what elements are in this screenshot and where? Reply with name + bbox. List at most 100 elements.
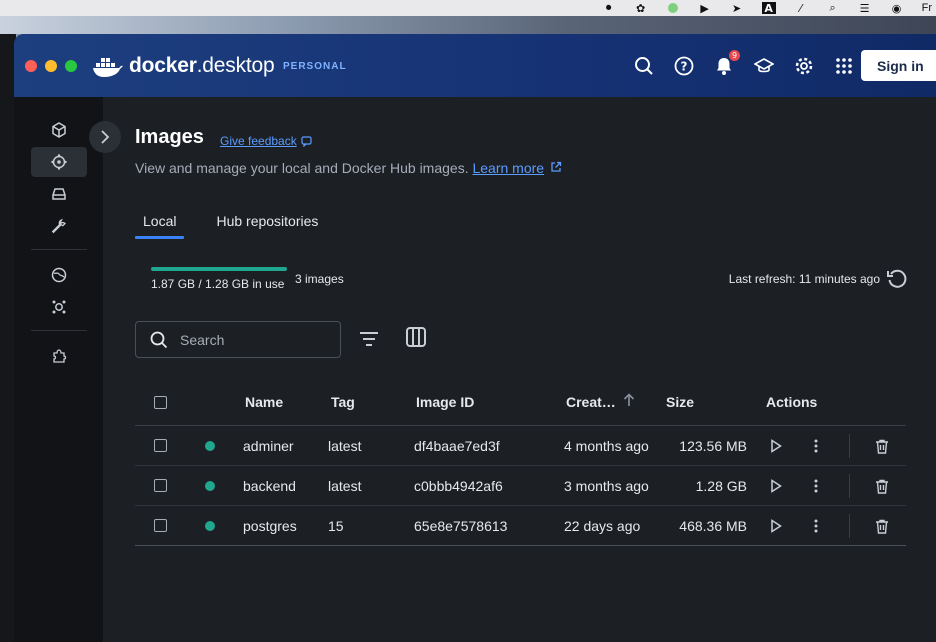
tab-hub-repositories[interactable]: Hub repositories <box>208 211 326 239</box>
tab-local[interactable]: Local <box>135 211 185 239</box>
chevron-right-icon <box>101 130 110 144</box>
sidebar-item-images[interactable] <box>31 147 87 177</box>
refresh-icon[interactable] <box>886 268 908 295</box>
in-use-status-dot <box>205 441 215 451</box>
sidebar-item-volumes[interactable] <box>31 179 87 209</box>
in-use-status-dot <box>205 481 215 491</box>
give-feedback-label: Give feedback <box>220 134 297 148</box>
row-checkbox[interactable] <box>154 439 167 452</box>
docker-desktop-window: docker.desktop PERSONAL ? 9 Sign in Imag… <box>14 34 936 642</box>
control-center-icon[interactable]: ☰ <box>858 2 872 15</box>
give-feedback-link[interactable]: Give feedback <box>220 134 313 148</box>
menubar-clock: Fr <box>921 2 932 14</box>
extensions-puzzle-icon <box>53 349 67 363</box>
page-subtitle: View and manage your local and Docker Hu… <box>135 160 562 176</box>
column-name[interactable]: Name <box>245 394 283 410</box>
more-options-icon[interactable] <box>807 517 825 535</box>
table-row[interactable]: postgres 15 65e8e7578613 22 days ago 468… <box>135 506 906 546</box>
docker-whale-icon <box>93 58 123 77</box>
help-icon[interactable]: ? <box>672 54 696 78</box>
sidebar-item-builds[interactable] <box>31 211 87 241</box>
close-window-button[interactable] <box>25 60 37 72</box>
row-checkbox[interactable] <box>154 519 167 532</box>
sidebar-item-docker-hub[interactable] <box>31 260 87 290</box>
play-menu-icon[interactable]: ▶ <box>698 2 712 15</box>
sidebar <box>14 97 103 642</box>
text-input-icon[interactable]: A <box>761 2 776 15</box>
learning-center-icon[interactable] <box>752 54 776 78</box>
image-id: 65e8e7578613 <box>414 518 508 534</box>
image-tag: latest <box>328 438 362 454</box>
search-input[interactable] <box>180 331 320 348</box>
run-play-icon[interactable] <box>767 437 785 455</box>
sidebar-divider <box>31 330 87 331</box>
image-name[interactable]: postgres <box>243 518 297 534</box>
more-options-icon[interactable] <box>807 437 825 455</box>
notifications-bell-icon[interactable]: 9 <box>712 50 740 78</box>
logo-text-desktop: .desktop <box>196 54 275 77</box>
image-size: 468.36 MB <box>679 518 747 534</box>
sort-ascending-icon[interactable] <box>622 392 636 411</box>
run-play-icon[interactable] <box>767 517 785 535</box>
columns-toggle-icon[interactable] <box>405 326 427 353</box>
image-name[interactable]: adminer <box>243 438 294 454</box>
column-size[interactable]: Size <box>666 394 694 410</box>
delete-trash-icon[interactable] <box>873 517 891 535</box>
siri-icon[interactable]: ◉ <box>890 2 904 15</box>
last-refresh-text: Last refresh: 11 minutes ago <box>728 272 880 286</box>
sidebar-divider <box>31 249 87 250</box>
learn-more-link[interactable]: Learn more <box>472 160 544 176</box>
send-icon[interactable]: ➤ <box>730 2 744 15</box>
column-image-id[interactable]: Image ID <box>416 394 474 410</box>
docker-logo: docker.desktop <box>93 52 275 80</box>
scout-icon <box>52 300 66 314</box>
chatgpt-icon[interactable]: ✿ <box>634 2 648 15</box>
image-count: 3 images <box>295 272 344 286</box>
delete-trash-icon[interactable] <box>873 477 891 495</box>
image-name[interactable]: backend <box>243 478 296 494</box>
disk-usage-bar <box>151 267 287 271</box>
disk-usage-text: 1.87 GB / 1.28 GB in use <box>151 277 285 291</box>
expand-sidebar-button[interactable] <box>89 121 121 153</box>
column-created[interactable]: Creat… <box>566 394 616 410</box>
column-tag[interactable]: Tag <box>331 394 355 410</box>
images-table: Name Tag Image ID Creat… Size Actions ad… <box>135 380 906 546</box>
filter-icon[interactable] <box>358 328 380 355</box>
table-row[interactable]: backend latest c0bbb4942af6 3 months ago… <box>135 466 906 506</box>
image-id: df4baae7ed3f <box>414 438 500 454</box>
image-tag: latest <box>328 478 362 494</box>
svg-text:?: ? <box>681 60 688 74</box>
table-row[interactable]: adminer latest df4baae7ed3f 4 months ago… <box>135 426 906 466</box>
sidebar-item-scout[interactable] <box>31 292 87 322</box>
main-content: Images Give feedback View and manage you… <box>89 97 936 642</box>
select-all-checkbox[interactable] <box>154 396 167 409</box>
feedback-icon <box>301 136 312 147</box>
apps-grid-icon[interactable] <box>832 54 856 78</box>
image-size: 1.28 GB <box>695 478 747 494</box>
run-play-icon[interactable] <box>767 477 785 495</box>
status-icon-1[interactable]: ⏺ <box>602 1 616 14</box>
minimize-window-button[interactable] <box>45 60 57 72</box>
in-use-status-dot <box>205 521 215 531</box>
sign-in-button[interactable]: Sign in <box>861 50 936 81</box>
search-icon[interactable] <box>632 54 656 78</box>
external-link-icon <box>551 161 562 172</box>
title-bar: docker.desktop PERSONAL ? 9 Sign in <box>14 34 936 97</box>
volumes-drive-icon <box>52 188 66 200</box>
image-created: 3 months ago <box>564 478 649 494</box>
wifi-off-icon[interactable]: ⁄ <box>794 2 808 15</box>
search-icon <box>150 331 168 348</box>
image-id: c0bbb4942af6 <box>414 478 503 494</box>
settings-gear-icon[interactable] <box>792 54 816 78</box>
docker-hub-globe-icon <box>51 267 67 283</box>
search-field[interactable] <box>135 321 341 358</box>
sidebar-item-containers[interactable] <box>31 115 87 145</box>
sidebar-item-extensions[interactable] <box>31 341 87 371</box>
zoom-window-button[interactable] <box>65 60 77 72</box>
green-status-icon[interactable] <box>666 2 680 14</box>
delete-trash-icon[interactable] <box>873 437 891 455</box>
row-checkbox[interactable] <box>154 479 167 492</box>
desktop-wallpaper-strip <box>0 16 936 34</box>
more-options-icon[interactable] <box>807 477 825 495</box>
spotlight-search-icon[interactable]: ⌕ <box>826 1 840 14</box>
